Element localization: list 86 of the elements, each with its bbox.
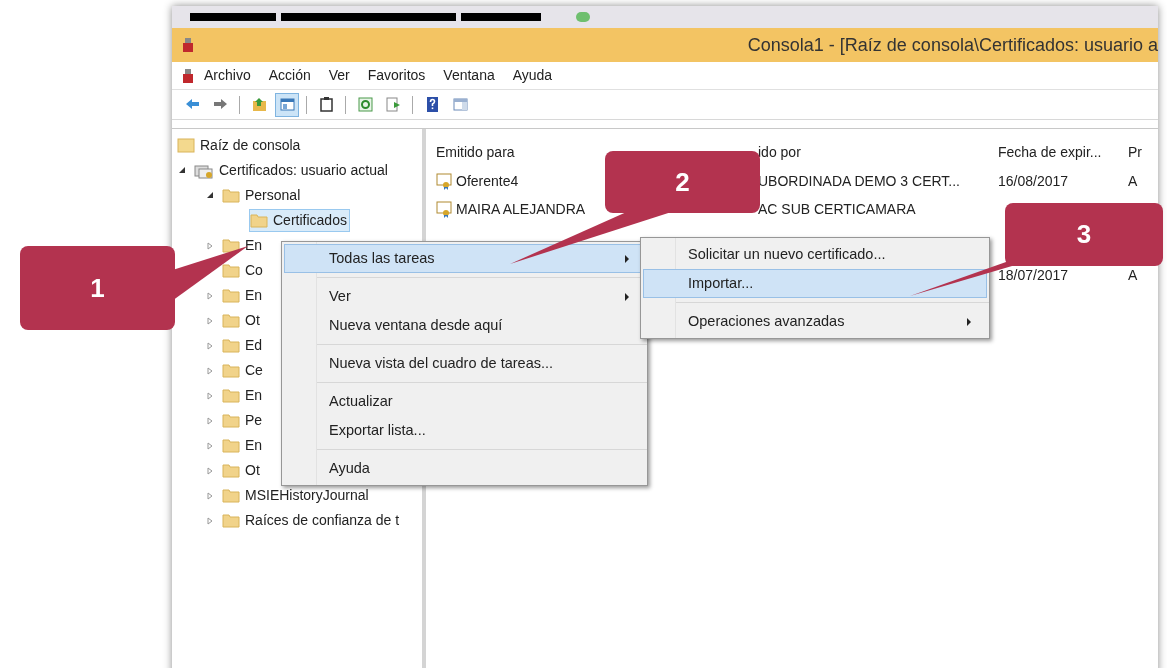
console-app-icon bbox=[182, 67, 194, 84]
menu-item[interactable]: Actualizar bbox=[284, 387, 645, 416]
menu-item[interactable]: Operaciones avanzadas bbox=[643, 307, 987, 336]
collapsed-arrow-icon[interactable] bbox=[207, 341, 213, 350]
column-header[interactable]: ido por bbox=[758, 143, 801, 160]
tree-item[interactable]: Raíces de confianza de t bbox=[221, 509, 403, 532]
tree-item[interactable]: Raíz de consola bbox=[176, 134, 304, 157]
folder-up-icon bbox=[250, 96, 268, 113]
tree-item[interactable]: En bbox=[221, 384, 266, 407]
menu-item[interactable]: Ayuda bbox=[512, 65, 553, 86]
console-root-icon bbox=[177, 138, 195, 153]
collapsed-arrow-icon[interactable] bbox=[207, 416, 213, 425]
table-cell-text: AC SUB CERTICAMARA bbox=[758, 199, 916, 219]
menu-item[interactable]: Ventana bbox=[443, 65, 495, 86]
table-cell-text: UBORDINADA DEMO 3 CERT... bbox=[758, 171, 960, 191]
collapsed-arrow-icon[interactable] bbox=[207, 491, 213, 500]
tree-item[interactable]: Certificados bbox=[249, 209, 350, 232]
tree-item[interactable]: Certificados: usuario actual bbox=[193, 159, 391, 182]
folder-icon bbox=[222, 263, 240, 278]
tree-item[interactable]: Ot bbox=[221, 459, 263, 482]
menu-item[interactable]: Ayuda bbox=[284, 454, 645, 483]
table-cell-text: 18/07/2017 bbox=[998, 265, 1069, 285]
table-cell-text: 16/08/2017 bbox=[998, 171, 1069, 191]
menu-item[interactable]: Ver bbox=[328, 65, 350, 86]
action-pane-icon bbox=[451, 96, 469, 113]
submenu-arrow-icon bbox=[624, 292, 630, 301]
menu-item[interactable]: Nueva vista del cuadro de tareas... bbox=[284, 349, 645, 378]
column-header[interactable]: Emitido para bbox=[436, 143, 515, 160]
collapsed-arrow-icon[interactable] bbox=[207, 516, 213, 525]
tree-item[interactable]: En bbox=[221, 234, 266, 257]
tree-item[interactable]: Ot bbox=[221, 309, 263, 332]
folder-icon bbox=[222, 513, 240, 528]
menu-item[interactable]: Acción bbox=[268, 65, 311, 86]
menu-item[interactable]: Archivo bbox=[204, 65, 251, 86]
export-list-icon bbox=[384, 96, 402, 113]
folder-icon bbox=[222, 363, 240, 378]
tree-item[interactable]: Pe bbox=[221, 409, 266, 432]
certificate-icon bbox=[436, 172, 454, 190]
table-cell-text: A bbox=[1128, 171, 1138, 191]
window-title: Consola1 - [Raíz de consola\Certificados: usuario a bbox=[747, 33, 1158, 57]
table-cell-text: Oferente4 bbox=[456, 171, 519, 191]
certificate-store-icon bbox=[194, 162, 214, 179]
folder-icon bbox=[222, 188, 240, 203]
collapsed-arrow-icon[interactable] bbox=[207, 366, 213, 375]
submenu-arrow-icon bbox=[966, 317, 972, 326]
tree-item[interactable]: En bbox=[221, 284, 266, 307]
folder-icon bbox=[222, 438, 240, 453]
folder-icon bbox=[250, 213, 268, 228]
collapsed-arrow-icon[interactable] bbox=[207, 316, 213, 325]
collapsed-arrow-icon[interactable] bbox=[207, 466, 213, 475]
collapsed-arrow-icon[interactable] bbox=[207, 291, 213, 300]
console-app-icon bbox=[182, 37, 194, 53]
folder-icon bbox=[222, 413, 240, 428]
folder-icon bbox=[222, 488, 240, 503]
collapsed-arrow-icon[interactable] bbox=[207, 441, 213, 450]
console-tree-icon bbox=[278, 96, 296, 113]
expanded-arrow-icon[interactable] bbox=[207, 192, 214, 199]
column-header[interactable]: Pr bbox=[1128, 143, 1142, 160]
submenu-arrow-icon bbox=[624, 254, 630, 263]
tree-item[interactable]: En bbox=[221, 434, 266, 457]
folder-icon bbox=[222, 313, 240, 328]
menu-item[interactable]: Exportar lista... bbox=[284, 416, 645, 445]
console-tree-button[interactable] bbox=[275, 92, 299, 117]
folder-icon bbox=[222, 338, 240, 353]
clipboard-icon bbox=[317, 96, 335, 113]
folder-icon bbox=[222, 238, 240, 253]
callout-badge: 3 bbox=[1005, 203, 1163, 266]
table-cell-text: A bbox=[1128, 265, 1138, 285]
folder-icon bbox=[222, 388, 240, 403]
tree-item[interactable]: MSIEHistoryJournal bbox=[221, 484, 372, 507]
folder-icon bbox=[222, 463, 240, 478]
column-header[interactable]: Fecha de expir... bbox=[998, 143, 1102, 160]
menu-item[interactable]: Importar... bbox=[643, 269, 987, 298]
table-cell-text: MAIRA ALEJANDRA bbox=[456, 199, 586, 219]
menu-item[interactable]: Favoritos bbox=[367, 65, 426, 86]
tree-item[interactable]: Ce bbox=[221, 359, 266, 382]
tree-item[interactable]: Personal bbox=[221, 184, 304, 207]
tree-item[interactable]: Ed bbox=[221, 334, 266, 357]
collapsed-arrow-icon[interactable] bbox=[207, 391, 213, 400]
collapsed-arrow-icon[interactable] bbox=[207, 241, 213, 250]
certificate-icon bbox=[436, 200, 454, 218]
expanded-arrow-icon[interactable] bbox=[179, 167, 186, 174]
menu-item[interactable]: Solicitar un nuevo certificado... bbox=[643, 240, 987, 269]
tree-item[interactable]: Co bbox=[221, 259, 266, 282]
folder-icon bbox=[222, 288, 240, 303]
refresh-icon bbox=[356, 96, 374, 113]
